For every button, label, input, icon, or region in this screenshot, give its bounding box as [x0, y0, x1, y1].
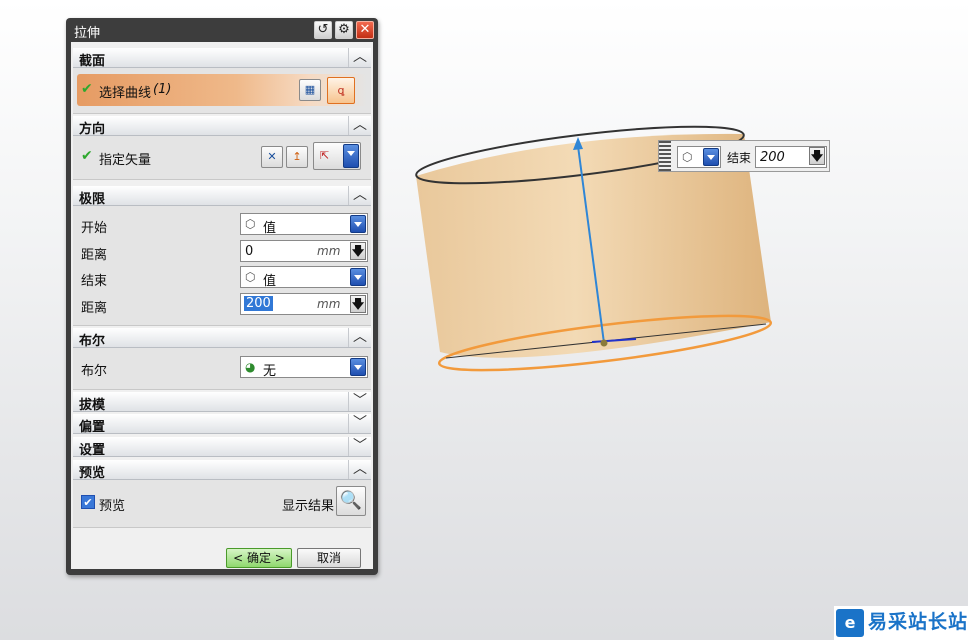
end-type-value: 值	[263, 274, 277, 289]
boolean-value: 无	[263, 364, 277, 379]
section-body: ✔ 选择曲线 (1) ▦ ꝗ	[73, 68, 371, 114]
collapse-icon[interactable]: ︿	[348, 328, 371, 347]
distance-start-field[interactable]: 0 mm 🡇	[240, 240, 368, 262]
vector-origin-point	[600, 339, 608, 347]
end-value-field[interactable]: 200 🡇	[755, 146, 827, 168]
distance-end-label: 距离	[81, 301, 108, 316]
select-curve-label: 选择曲线	[99, 86, 152, 101]
preview-label: 预览	[99, 499, 126, 514]
collapse-icon[interactable]: ︿	[348, 116, 371, 135]
value-options-icon[interactable]: 🡇	[350, 242, 366, 260]
end-type-dropdown[interactable]: ⬡	[677, 146, 721, 168]
boolean-dropdown[interactable]: ◕ 无	[240, 356, 368, 379]
select-curve-row[interactable]: ✔ 选择曲线 (1) ▦ ꝗ	[77, 74, 367, 106]
cube-icon: ⬡	[682, 150, 693, 164]
section-header-settings[interactable]: 设置 ﹀	[73, 437, 371, 458]
start-type-value: 值	[263, 221, 277, 236]
cube-icon: ⬡	[245, 270, 256, 284]
preview-checkbox[interactable]: ✔	[81, 495, 95, 509]
select-curve-count: (1)	[153, 82, 172, 97]
distance-start-value: 0	[245, 244, 254, 259]
value-options-icon[interactable]: 🡇	[350, 295, 366, 313]
expand-icon[interactable]: ﹀	[348, 437, 371, 456]
collapse-icon[interactable]: ︿	[348, 460, 371, 479]
check-icon: ✔	[81, 148, 93, 164]
boolean-title: 布尔	[79, 334, 106, 349]
value-options-icon[interactable]: 🡇	[809, 147, 825, 165]
magnifier-icon[interactable]: 🔍	[336, 486, 366, 516]
watermark-logo: e 易采站长站	[834, 606, 968, 640]
collapse-icon[interactable]: ︿	[348, 48, 371, 67]
specify-vector-label: 指定矢量	[99, 153, 152, 168]
watermark-text: 易采站长站	[868, 611, 968, 633]
draft-title: 拔模	[79, 398, 106, 413]
settings-title: 设置	[79, 443, 106, 458]
start-type-dropdown[interactable]: ⬡ 值	[240, 213, 368, 236]
collapse-icon[interactable]: ︿	[348, 186, 371, 205]
section-header-preview[interactable]: 预览 ︿	[73, 460, 371, 481]
expand-icon[interactable]: ﹀	[348, 414, 371, 433]
offset-title: 偏置	[79, 420, 106, 435]
end-value-text: 200	[760, 150, 785, 165]
vector-dialog-icon[interactable]: ↥	[286, 146, 308, 168]
preview-title: 预览	[79, 466, 106, 481]
dialog-body: 截面 ︿ ✔ 选择曲线 (1) ▦ ꝗ 方向 ︿ ✔ 指定矢量 ✕ ↥ ⇱ 极限…	[71, 42, 373, 569]
vector-type-dropdown[interactable]: ⇱	[313, 142, 361, 170]
cube-icon: ⬡	[245, 217, 256, 231]
ok-button[interactable]: < 确定 >	[226, 548, 292, 568]
dropdown-arrow-icon[interactable]	[350, 358, 366, 376]
close-icon[interactable]: ✕	[356, 21, 374, 39]
sketch-section-icon[interactable]: ▦	[299, 79, 321, 101]
gear-icon[interactable]: ⚙	[335, 21, 353, 39]
section-header-draft[interactable]: 拔模 ﹀	[73, 392, 371, 413]
distance-end-unit: mm	[317, 297, 341, 311]
dropdown-arrow-icon[interactable]	[343, 144, 359, 168]
start-label: 开始	[81, 221, 108, 236]
boolean-none-icon: ◕	[245, 360, 256, 374]
preview-body: ✔ 预览 显示结果 🔍	[73, 480, 371, 528]
end-label: 结束	[81, 274, 108, 289]
cancel-button[interactable]: 取消	[297, 548, 361, 568]
distance-start-unit: mm	[317, 244, 341, 258]
check-icon: ✔	[81, 81, 93, 97]
dialog-footer: < 确定 > 取消	[71, 548, 373, 569]
distance-start-label: 距离	[81, 248, 108, 263]
dialog-titlebar[interactable]: 拉伸 ↺ ⚙ ✕	[66, 18, 378, 42]
floating-input-toolbar: ⬡ 结束 200 🡇	[658, 140, 830, 172]
distance-end-field[interactable]: 200 mm 🡇	[240, 293, 368, 315]
toolbar-grip[interactable]	[659, 141, 671, 171]
section-header-direction[interactable]: 方向 ︿	[73, 116, 371, 137]
extrude-dialog: 拉伸 ↺ ⚙ ✕ 截面 ︿ ✔ 选择曲线 (1) ▦ ꝗ 方向 ︿ ✔ 指定矢量	[66, 18, 378, 575]
end-label: 结束	[727, 151, 752, 165]
expand-icon[interactable]: ﹀	[348, 392, 371, 411]
dropdown-arrow-icon[interactable]	[350, 268, 366, 286]
direction-title: 方向	[79, 122, 106, 137]
direction-body: ✔ 指定矢量 ✕ ↥ ⇱	[73, 136, 371, 180]
section-header-section[interactable]: 截面 ︿	[73, 48, 371, 69]
site-logo-icon: e	[836, 609, 864, 637]
distance-end-value: 200	[244, 296, 273, 311]
dropdown-arrow-icon[interactable]	[703, 148, 719, 166]
limits-title: 极限	[79, 192, 106, 207]
end-type-dropdown[interactable]: ⬡ 值	[240, 266, 368, 289]
curve-select-icon[interactable]: ꝗ	[327, 77, 355, 104]
section-header-offset[interactable]: 偏置 ﹀	[73, 414, 371, 435]
reverse-direction-icon[interactable]: ✕	[261, 146, 283, 168]
dropdown-arrow-icon[interactable]	[350, 215, 366, 233]
dialog-title: 拉伸	[74, 26, 101, 41]
limits-body: 开始 ⬡ 值 距离 0 mm 🡇 结束 ⬡ 值 距离 200 mm 🡇	[73, 206, 371, 326]
boolean-label: 布尔	[81, 364, 108, 379]
section-header-limits[interactable]: 极限 ︿	[73, 186, 371, 207]
reset-icon[interactable]: ↺	[314, 21, 332, 39]
boolean-body: 布尔 ◕ 无	[73, 348, 371, 390]
show-result-label: 显示结果	[282, 499, 335, 514]
section-title: 截面	[79, 54, 106, 69]
section-header-boolean[interactable]: 布尔 ︿	[73, 328, 371, 349]
